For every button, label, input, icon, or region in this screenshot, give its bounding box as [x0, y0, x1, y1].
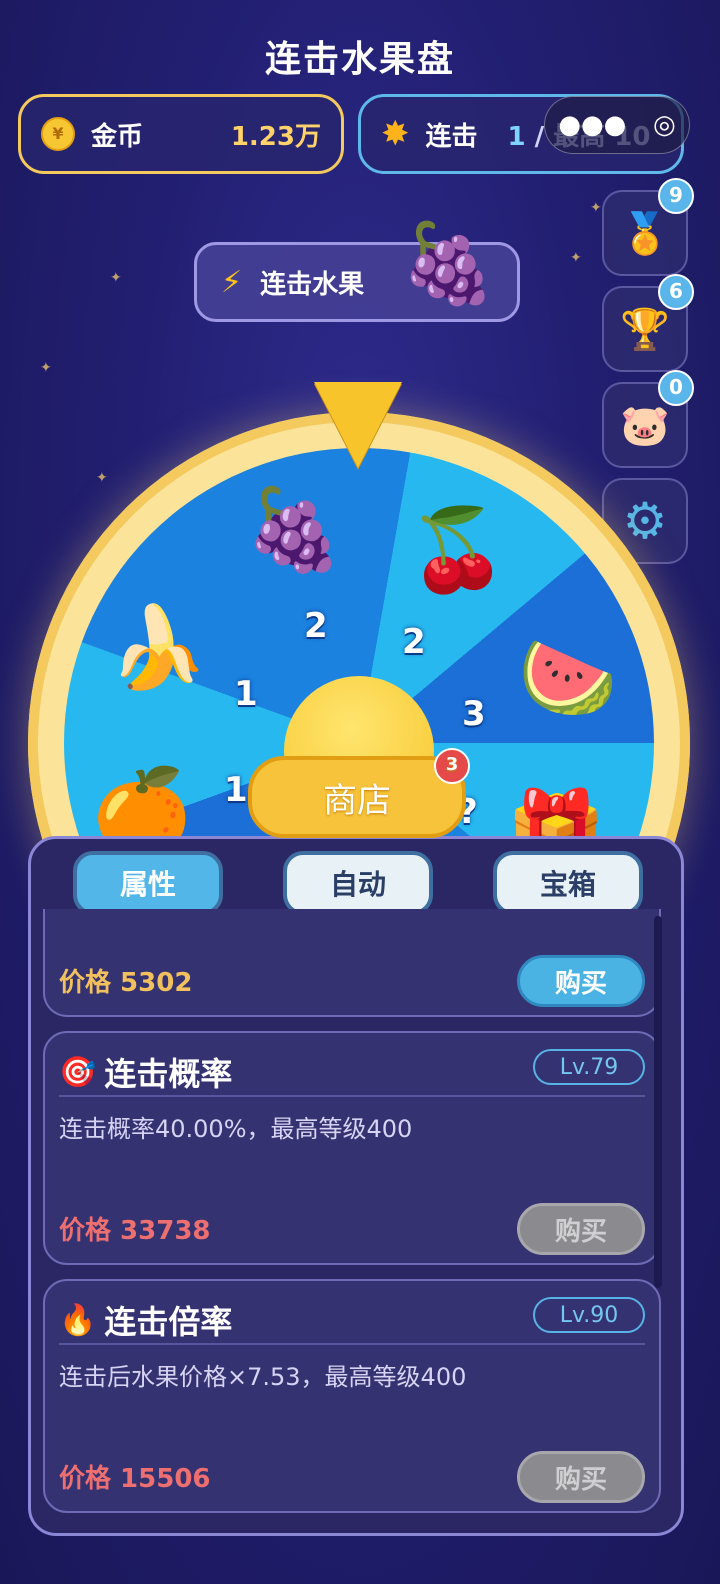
wheel-slot: 🍉 3	[462, 631, 618, 735]
upgrade-title: 连击概率	[104, 1055, 233, 1093]
star-decoration: ✦	[40, 360, 52, 376]
wheel-slot: 🍒 2	[402, 503, 508, 663]
trophy-button[interactable]: 🏆 6	[602, 274, 694, 372]
burst-icon: ✸	[381, 114, 410, 154]
tab-attributes[interactable]: 属性	[73, 851, 223, 915]
coins-label: 金币	[91, 121, 144, 152]
buy-button[interactable]: 购买	[517, 1451, 645, 1503]
miniprogram-capsule: ●●● ◎	[544, 96, 690, 154]
more-icon[interactable]: ●●●	[558, 110, 626, 140]
target-icon: 🎯	[59, 1054, 97, 1090]
panel-scrollbar[interactable]	[654, 916, 662, 1288]
wheel-slot: 🍇 2	[244, 483, 344, 647]
wheel-slot: 🍌 1	[108, 601, 258, 715]
lightning-icon: ⚡	[221, 264, 243, 300]
medal-button[interactable]: 🏅 9	[602, 178, 694, 276]
fire-icon: 🔥	[59, 1302, 97, 1338]
tab-auto[interactable]: 自动	[283, 851, 433, 915]
upgrade-header: 🎯 连击概率	[59, 1049, 232, 1095]
banana-icon: 🍌	[108, 601, 208, 694]
upgrade-price: 价格 5302	[59, 968, 193, 998]
watermelon-icon: 🍉	[518, 631, 618, 724]
combo-current: 1	[507, 121, 526, 152]
upgrade-price: 价格 15506	[59, 1464, 211, 1494]
star-decoration: ✦	[570, 250, 582, 266]
upgrade-header: 🔥 连击倍率	[59, 1297, 232, 1343]
slot-value: 1	[224, 770, 248, 810]
level-badge: Lv.79	[533, 1049, 645, 1085]
buy-button[interactable]: 购买	[517, 955, 645, 1007]
star-decoration: ✦	[590, 200, 602, 216]
divider	[59, 1343, 645, 1345]
level-badge: Lv.90	[533, 1297, 645, 1333]
medal-icon: 🏅	[620, 210, 670, 257]
grape-icon: 🍇	[399, 219, 497, 309]
tab-chest[interactable]: 宝箱	[493, 851, 643, 915]
grape-icon: 🍇	[244, 483, 344, 576]
upgrade-description: 连击概率40.00%，最高等级400	[59, 1115, 413, 1143]
buy-button[interactable]: 购买	[517, 1203, 645, 1255]
combo-fruit-banner: ⚡ 连击水果 🍇	[194, 219, 520, 322]
close-icon[interactable]: ◎	[653, 110, 676, 140]
piggy-bank-badge: 0	[658, 370, 694, 406]
coins-display: ¥ 金币 1.23万	[18, 94, 344, 174]
slot-value: 2	[304, 606, 328, 646]
slot-value: 1	[234, 674, 258, 714]
upgrade-card: 🔥 连击倍率 Lv.90 连击后水果价格×7.53，最高等级400 价格 155…	[43, 1279, 661, 1513]
shop-label: 商店	[323, 780, 391, 821]
upgrade-card: 🎯 连击概率 Lv.79 连击概率40.00%，最高等级400 价格 33738…	[43, 1031, 661, 1265]
cherry-icon: 🍒	[408, 503, 508, 596]
slot-value: 2	[402, 622, 426, 662]
star-decoration: ✦	[110, 270, 122, 286]
trophy-badge: 6	[658, 274, 694, 310]
upgrade-description: 连击后水果价格×7.53，最高等级400	[59, 1363, 467, 1391]
yen-coin-icon: ¥	[41, 117, 75, 151]
page-title: 连击水果盘	[264, 39, 455, 80]
upgrade-price: 价格 33738	[59, 1216, 211, 1246]
slot-value: 3	[462, 694, 486, 734]
combo-fruit-label: 连击水果	[260, 269, 365, 300]
upgrade-title: 连击倍率	[104, 1303, 233, 1341]
coins-value: 1.23万	[230, 121, 321, 152]
combo-label: 连击	[425, 121, 478, 152]
divider	[59, 1095, 645, 1097]
shop-button[interactable]: 商店 3	[248, 748, 470, 838]
upgrade-card: 价格 5302 购买	[43, 909, 661, 1017]
medal-badge: 9	[658, 178, 694, 214]
shop-badge: 3	[434, 748, 470, 784]
wheel-pointer	[314, 382, 402, 468]
upgrade-panel: 属性 自动 宝箱 价格 5302 购买 🎯 连击概率 Lv.79 连击概率40.…	[28, 836, 684, 1536]
trophy-icon: 🏆	[620, 306, 670, 353]
